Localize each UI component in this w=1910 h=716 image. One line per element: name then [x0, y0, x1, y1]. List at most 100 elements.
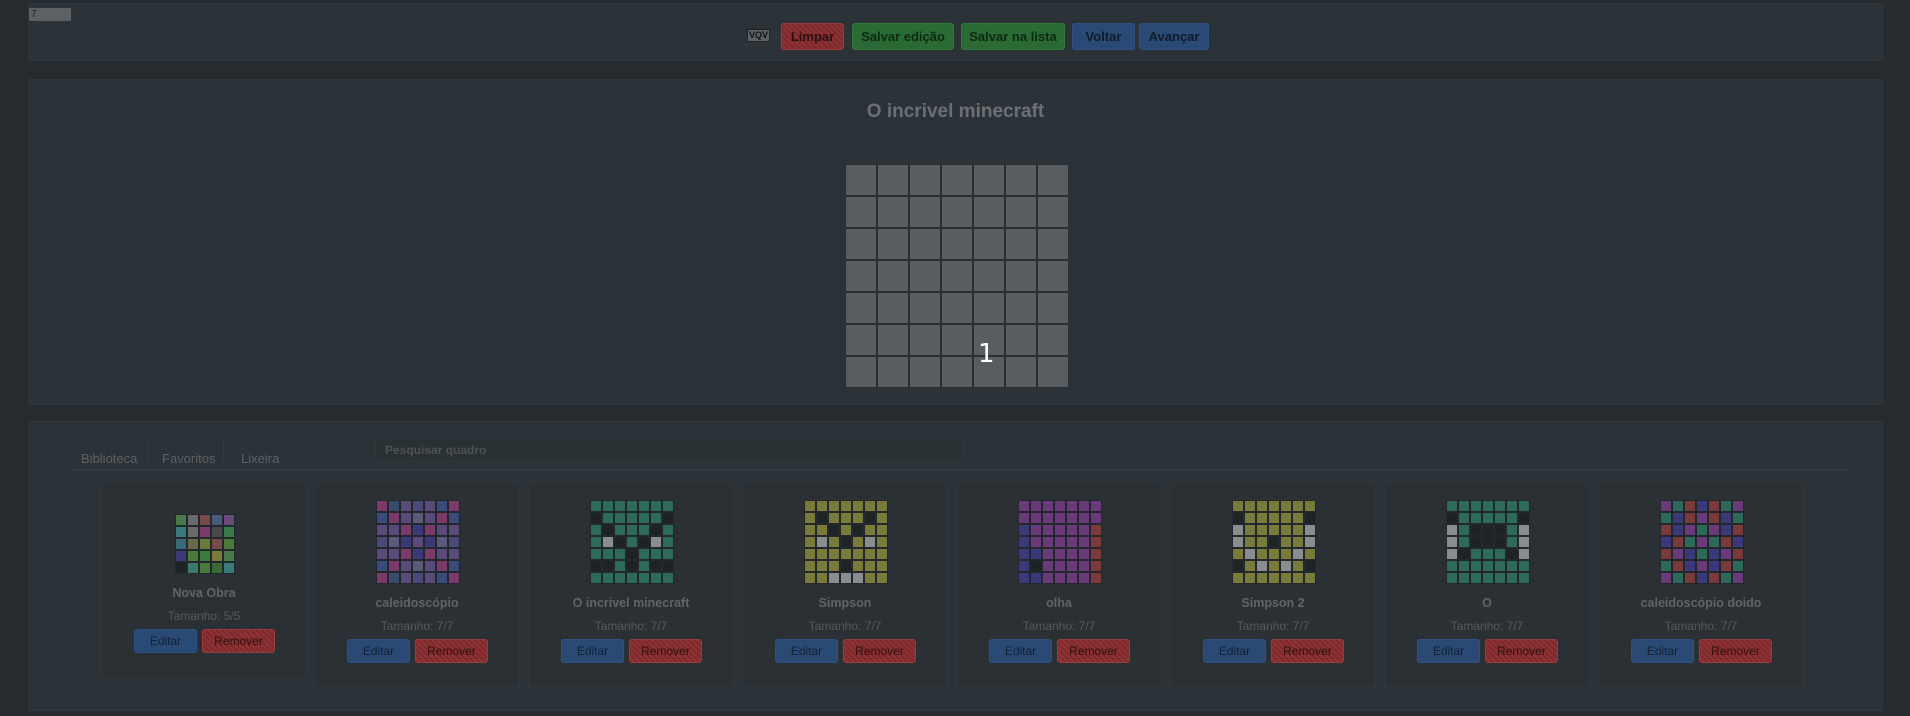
grid-cell[interactable] — [973, 164, 1005, 196]
grid-cell[interactable] — [1005, 228, 1037, 260]
grid-cell[interactable] — [941, 196, 973, 228]
card-title: olha — [1046, 596, 1072, 610]
grid-cell[interactable] — [909, 196, 941, 228]
grid-cell[interactable] — [973, 196, 1005, 228]
tab-divider — [223, 439, 224, 461]
grid-cell[interactable] — [877, 260, 909, 292]
grid-cell[interactable] — [1037, 260, 1069, 292]
grid-cell[interactable] — [877, 292, 909, 324]
grid-cell[interactable] — [845, 196, 877, 228]
edit-button[interactable]: Editar — [775, 639, 838, 663]
grid-cell[interactable] — [877, 196, 909, 228]
remove-button[interactable]: Remover — [1699, 639, 1772, 663]
grid-cell[interactable] — [877, 356, 909, 388]
thumbnail-pixel — [175, 538, 187, 550]
tab-favorites[interactable]: Favoritos — [162, 447, 215, 469]
remove-button[interactable]: Remover — [1485, 639, 1558, 663]
thumbnail-pixel — [388, 500, 400, 512]
grid-cell[interactable] — [941, 260, 973, 292]
grid-cell[interactable] — [1037, 356, 1069, 388]
grid-cell[interactable] — [909, 292, 941, 324]
search-input[interactable]: Pesquisar quadro — [375, 438, 963, 461]
thumbnail-pixel — [1280, 512, 1292, 524]
thumbnail-pixel — [626, 572, 638, 584]
grid-cell[interactable] — [973, 228, 1005, 260]
grid-cell[interactable] — [909, 324, 941, 356]
grid-cell[interactable] — [909, 260, 941, 292]
grid-cell[interactable] — [941, 324, 973, 356]
grid-cell[interactable] — [845, 228, 877, 260]
grid-cell[interactable] — [1005, 196, 1037, 228]
grid-cell[interactable] — [845, 164, 877, 196]
grid-cell[interactable] — [1037, 228, 1069, 260]
thumbnail-pixel — [1482, 500, 1494, 512]
remove-button[interactable]: Remover — [415, 639, 488, 663]
grid-cell[interactable] — [941, 356, 973, 388]
thumbnail-pixel — [1054, 560, 1066, 572]
thumbnail-pixel — [211, 550, 223, 562]
color-picker[interactable]: VQV — [747, 29, 770, 42]
tab-library[interactable]: Biblioteca — [81, 447, 137, 469]
edit-button[interactable]: Editar — [134, 629, 197, 653]
edit-button[interactable]: Editar — [1417, 639, 1480, 663]
grid-cell[interactable] — [845, 356, 877, 388]
thumbnail-pixel — [1042, 572, 1054, 584]
grid-cell[interactable] — [845, 292, 877, 324]
library-panel: Biblioteca Favoritos Lixeira Pesquisar q… — [28, 421, 1883, 711]
grid-cell[interactable] — [1005, 164, 1037, 196]
grid-cell[interactable] — [877, 324, 909, 356]
grid-cell[interactable] — [1037, 196, 1069, 228]
clear-button[interactable]: Limpar — [781, 23, 844, 50]
edit-button[interactable]: Editar — [561, 639, 624, 663]
save-list-button[interactable]: Salvar na lista — [961, 23, 1065, 50]
edit-button[interactable]: Editar — [1203, 639, 1266, 663]
grid-cell[interactable] — [1005, 292, 1037, 324]
save-edit-button[interactable]: Salvar edição — [852, 23, 954, 50]
remove-button[interactable]: Remover — [629, 639, 702, 663]
edit-button[interactable]: Editar — [1631, 639, 1694, 663]
grid-cell[interactable] — [1037, 324, 1069, 356]
grid-cell[interactable] — [845, 324, 877, 356]
thumbnail-pixel — [1256, 572, 1268, 584]
size-input[interactable] — [29, 8, 71, 21]
grid-cell[interactable] — [909, 356, 941, 388]
thumbnail-pixel — [424, 548, 436, 560]
grid-cell[interactable] — [941, 164, 973, 196]
grid-cell[interactable] — [973, 292, 1005, 324]
thumbnail-pixel — [1720, 524, 1732, 536]
grid-cell[interactable] — [941, 228, 973, 260]
thumbnail-pixel — [1304, 512, 1316, 524]
grid-cell[interactable] — [845, 260, 877, 292]
thumbnail-pixel — [1280, 548, 1292, 560]
grid-cell[interactable] — [877, 164, 909, 196]
grid-cell[interactable] — [973, 260, 1005, 292]
forward-button[interactable]: Avançar — [1139, 23, 1209, 50]
pixel-grid[interactable] — [845, 164, 1071, 390]
thumbnail-pixel — [448, 524, 460, 536]
thumbnail-pixel — [864, 572, 876, 584]
grid-cell[interactable] — [1005, 260, 1037, 292]
remove-button[interactable]: Remover — [843, 639, 916, 663]
thumbnail-pixel — [1482, 560, 1494, 572]
remove-button[interactable]: Remover — [1057, 639, 1130, 663]
grid-cell[interactable] — [1037, 164, 1069, 196]
edit-button[interactable]: Editar — [989, 639, 1052, 663]
thumbnail-pixel — [1518, 572, 1530, 584]
grid-cell[interactable] — [909, 164, 941, 196]
remove-button[interactable]: Remover — [202, 629, 275, 653]
thumbnail-pixel — [816, 560, 828, 572]
back-button[interactable]: Voltar — [1072, 23, 1135, 50]
thumbnail-pixel — [626, 560, 638, 572]
grid-cell[interactable] — [1005, 356, 1037, 388]
grid-cell[interactable] — [877, 228, 909, 260]
remove-button[interactable]: Remover — [1271, 639, 1344, 663]
tab-trash[interactable]: Lixeira — [241, 447, 279, 469]
thumbnail-pixel — [388, 524, 400, 536]
thumbnail-pixel — [876, 536, 888, 548]
thumbnail-pixel — [1684, 560, 1696, 572]
edit-button[interactable]: Editar — [347, 639, 410, 663]
grid-cell[interactable] — [1005, 324, 1037, 356]
grid-cell[interactable] — [941, 292, 973, 324]
grid-cell[interactable] — [1037, 292, 1069, 324]
grid-cell[interactable] — [909, 228, 941, 260]
